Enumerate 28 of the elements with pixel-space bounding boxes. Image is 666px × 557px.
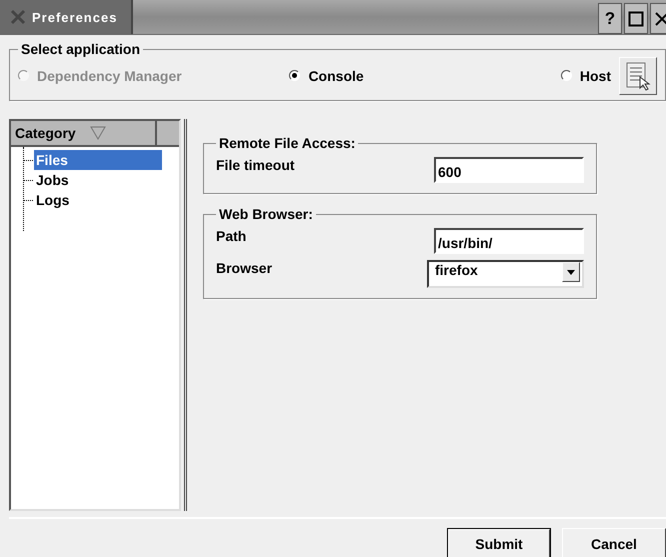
tree-item[interactable]: Logs [34,190,162,210]
group-title: Web Browser: [218,206,314,222]
browser-dropdown[interactable]: firefox [427,260,584,288]
input-field[interactable]: /usr/bin/ [434,228,584,254]
tree-item[interactable]: Jobs [34,170,162,190]
radio-label[interactable]: Host [580,68,611,84]
field-label: File timeout [216,157,295,173]
radio-button[interactable] [289,70,300,81]
maximize-button[interactable] [624,3,648,34]
host-list-button[interactable] [619,56,657,94]
header-label: Category [15,125,76,141]
x-logo-icon [10,9,26,25]
submit-button[interactable]: Submit [447,528,551,557]
input-field[interactable]: 600 [434,157,584,183]
help-button[interactable]: ? [598,3,622,34]
radio-label[interactable]: Console [308,68,364,84]
group-title: Remote File Access: [218,135,356,151]
document-cursor-icon [624,60,652,90]
window-title: Preferences [32,10,118,24]
group-title: Select application [20,41,142,57]
close-icon [654,10,666,26]
tree-item[interactable]: Files [34,150,162,170]
cancel-button[interactable]: Cancel [562,528,666,557]
field-label: Path [216,228,246,244]
field-label: Browser [216,260,272,276]
radio-button[interactable] [560,70,572,81]
sort-triangle-icon [90,126,106,140]
maximize-icon [628,10,644,26]
